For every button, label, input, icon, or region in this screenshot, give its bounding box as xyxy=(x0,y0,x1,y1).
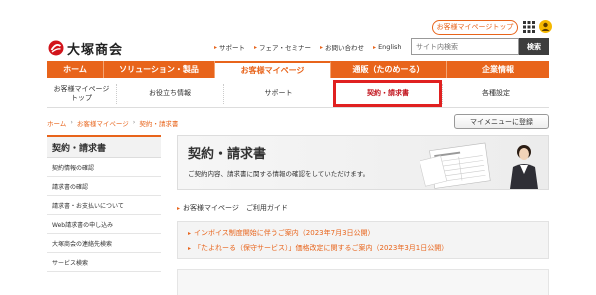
global-nav-tanomeru[interactable]: 通販（たのめーる） xyxy=(331,61,447,78)
breadcrumb-mypage[interactable]: お客様マイページ xyxy=(77,118,129,128)
content-section-next xyxy=(177,269,549,295)
add-to-mymenu-button[interactable]: マイメニューに登録 xyxy=(454,114,549,129)
sub-nav-settings[interactable]: 各種設定 xyxy=(443,84,549,104)
sub-nav: お客様マイページ トップ お役立ち情報 サポート 契約・請求書 各種設定 xyxy=(47,80,549,108)
user-icon[interactable] xyxy=(539,20,552,33)
global-nav-corporate[interactable]: 企業情報 xyxy=(447,61,549,78)
utility-link-support[interactable]: サポート xyxy=(214,42,245,52)
notice-box: インボイス制度開始に伴うご案内（2023年7月3日公開） 「たよれーる（保守サー… xyxy=(177,221,549,259)
sub-nav-mypage-top[interactable]: お客様マイページ トップ xyxy=(47,83,117,104)
breadcrumb-separator-icon: › xyxy=(70,118,73,126)
notice-link-price-revision[interactable]: 「たよれーる（保守サービス）」価格改定に関するご案内（2023年3月1日公開） xyxy=(188,243,448,253)
user-guide-link[interactable]: お客様マイページ ご利用ガイド xyxy=(177,203,288,213)
logo-mark-icon xyxy=(48,40,64,56)
breadcrumb-current: 契約・請求書 xyxy=(139,120,179,128)
sub-nav-useful-info[interactable]: お役立ち情報 xyxy=(117,83,224,104)
global-nav-solutions[interactable]: ソリューション・製品 xyxy=(104,61,215,78)
page-title: 契約・請求書 xyxy=(188,147,267,162)
company-logo[interactable]: 大塚商会 xyxy=(48,40,124,58)
notice-link-invoice-system[interactable]: インボイス制度開始に伴うご案内（2023年7月3日公開） xyxy=(188,228,375,238)
utility-link-contact[interactable]: お問い合わせ xyxy=(320,42,364,52)
breadcrumb-separator-icon: › xyxy=(132,118,136,126)
sidebar-item-contract-info[interactable]: 契約情報の確認 xyxy=(47,158,161,177)
global-nav-home[interactable]: ホーム xyxy=(47,61,104,78)
site-search: 検索 xyxy=(411,38,549,55)
breadcrumb: ホーム › お客様マイページ › 契約・請求書 xyxy=(47,118,178,128)
businesswoman-illustration xyxy=(420,142,538,189)
search-button[interactable]: 検索 xyxy=(519,38,549,55)
utility-link-fair-seminar[interactable]: フェア・セミナー xyxy=(254,42,311,52)
utility-link-english[interactable]: English xyxy=(373,42,401,52)
utility-nav: サポート フェア・セミナー お問い合わせ English xyxy=(214,42,411,52)
sidebar-item-web-invoice[interactable]: Web請求書の申し込み xyxy=(47,215,161,234)
global-nav-mypage[interactable]: お客様マイページ xyxy=(215,61,331,78)
logo-text: 大塚商会 xyxy=(67,42,124,58)
sidebar: 契約・請求書 契約情報の確認 請求書の確認 請求書・お支払いについて Web請求… xyxy=(47,135,161,272)
sidebar-item-contact-search[interactable]: 大塚商会の連絡先検索 xyxy=(47,234,161,253)
page-banner: 契約・請求書 ご契約内容、請求書に関する情報の確認をしていただけます。 xyxy=(177,135,549,190)
sidebar-title: 契約・請求書 xyxy=(47,135,161,158)
app-grid-icon[interactable] xyxy=(523,21,535,33)
sidebar-item-service-search[interactable]: サービス検索 xyxy=(47,253,161,272)
breadcrumb-home[interactable]: ホーム xyxy=(47,118,66,128)
search-input[interactable] xyxy=(411,38,519,55)
global-nav: ホーム ソリューション・製品 お客様マイページ 通販（たのめーる） 企業情報 xyxy=(47,61,549,78)
mypage-top-button[interactable]: お客様マイページトップ xyxy=(432,20,518,35)
highlight-annotation-box xyxy=(333,80,442,107)
sidebar-item-invoice-check[interactable]: 請求書の確認 xyxy=(47,177,161,196)
page-description: ご契約内容、請求書に関する情報の確認をしていただけます。 xyxy=(188,170,370,178)
sidebar-item-invoice-payment[interactable]: 請求書・お支払いについて xyxy=(47,196,161,215)
sub-nav-support[interactable]: サポート xyxy=(224,83,334,104)
